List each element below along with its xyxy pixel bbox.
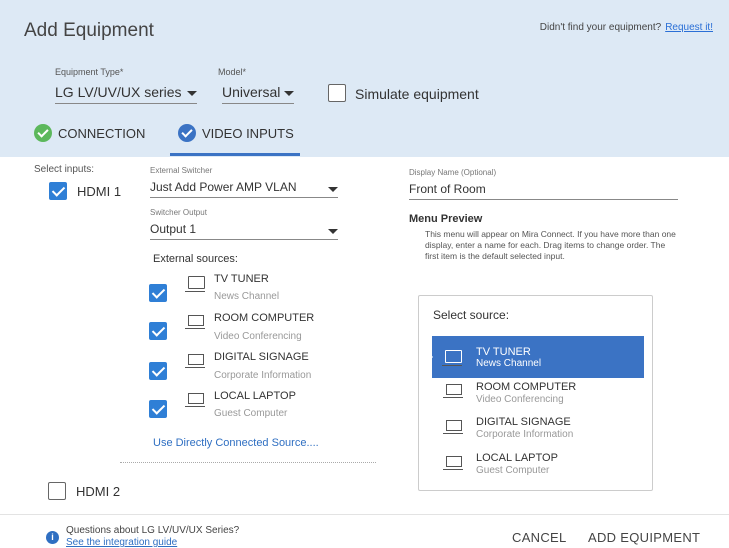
equipment-type-select[interactable]: LG LV/UV/UX series xyxy=(55,84,197,104)
chevron-down-icon xyxy=(187,91,197,96)
tab-video-inputs-label: VIDEO INPUTS xyxy=(202,125,294,141)
display-name-label: Display Name (Optional) xyxy=(409,168,497,177)
source-checkbox-room-computer[interactable] xyxy=(149,322,167,340)
preview-name-tv-tuner: TV TUNER xyxy=(476,346,531,358)
simulate-label: Simulate equipment xyxy=(355,86,479,102)
direct-source-link[interactable]: Use Directly Connected Source.... xyxy=(153,437,319,449)
preview-sub-digital-signage: Corporate Information xyxy=(476,429,574,440)
tab-connection[interactable]: CONNECTION xyxy=(34,124,145,142)
dialog-title: Add Equipment xyxy=(24,20,154,41)
source-sub-digital-signage: Corporate Information xyxy=(214,370,312,381)
preview-name-local-laptop[interactable]: LOCAL LAPTOP xyxy=(476,452,558,464)
switcher-output-select[interactable]: Output 1 xyxy=(150,222,338,240)
switcher-output-value: Output 1 xyxy=(150,222,197,236)
source-name-tv-tuner: TV TUNER xyxy=(214,273,269,285)
request-it-link[interactable]: Request it! xyxy=(665,22,713,33)
external-switcher-value: Just Add Power AMP VLAN xyxy=(150,180,297,194)
source-checkbox-tv-tuner[interactable] xyxy=(149,284,167,302)
integration-question: Questions about LG LV/UV/UX Series? xyxy=(66,525,240,536)
integration-guide-link[interactable]: See the integration guide xyxy=(66,537,177,548)
footer-divider xyxy=(0,514,729,515)
laptop-icon xyxy=(443,456,463,470)
equipment-type-value: LG LV/UV/UX series xyxy=(55,84,182,100)
hdmi1-checkbox[interactable] xyxy=(49,182,67,200)
laptop-icon xyxy=(185,354,205,368)
model-select[interactable]: Universal xyxy=(222,84,294,104)
chevron-down-icon xyxy=(328,187,338,192)
active-tab-indicator xyxy=(170,153,300,156)
preview-sub-local-laptop: Guest Computer xyxy=(476,465,550,476)
tv-icon xyxy=(185,276,205,292)
check-circle-icon xyxy=(34,124,52,142)
preview-name-digital-signage[interactable]: DIGITAL SIGNAGE xyxy=(476,416,571,428)
source-sub-tv-tuner: News Channel xyxy=(214,291,280,302)
chevron-down-icon xyxy=(328,229,338,234)
source-name-digital-signage: DIGITAL SIGNAGE xyxy=(214,351,309,363)
source-checkbox-digital-signage[interactable] xyxy=(149,362,167,380)
chevron-down-icon xyxy=(284,91,294,96)
divider xyxy=(120,462,376,463)
simulate-checkbox[interactable] xyxy=(328,84,346,102)
source-name-room-computer: ROOM COMPUTER xyxy=(214,312,315,324)
source-sub-room-computer: Video Conferencing xyxy=(214,331,302,342)
hdmi1-label: HDMI 1 xyxy=(77,184,122,199)
display-name-value: Front of Room xyxy=(409,182,486,196)
tab-video-inputs[interactable]: VIDEO INPUTS xyxy=(178,124,294,142)
laptop-icon xyxy=(185,393,205,407)
hdmi2-checkbox[interactable] xyxy=(48,482,66,500)
display-name-input[interactable]: Front of Room xyxy=(409,182,678,200)
preview-sub-room-computer: Video Conferencing xyxy=(476,394,564,405)
laptop-icon xyxy=(185,315,205,329)
tab-connection-label: CONNECTION xyxy=(58,125,146,141)
preview-name-room-computer[interactable]: ROOM COMPUTER xyxy=(476,381,576,393)
source-sub-local-laptop: Guest Computer xyxy=(214,408,288,419)
external-sources-heading: External sources: xyxy=(153,253,238,265)
external-switcher-label: External Switcher xyxy=(150,166,213,175)
source-name-local-laptop: LOCAL LAPTOP xyxy=(214,390,296,402)
preview-item-tv-tuner[interactable] xyxy=(432,336,644,378)
add-equipment-button[interactable]: ADD EQUIPMENT xyxy=(588,530,700,545)
menu-preview-heading: Menu Preview xyxy=(409,213,483,225)
select-inputs-label: Select inputs: xyxy=(34,164,95,175)
info-icon: i xyxy=(46,531,59,544)
external-switcher-select[interactable]: Just Add Power AMP VLAN xyxy=(150,180,338,198)
model-label: Model* xyxy=(218,67,247,77)
check-circle-icon xyxy=(178,124,196,142)
cancel-button[interactable]: CANCEL xyxy=(512,530,567,545)
model-value: Universal xyxy=(222,84,281,100)
preview-title: Select source: xyxy=(433,308,510,322)
laptop-icon xyxy=(443,384,463,398)
menu-preview-description: This menu will appear on Mira Connect. I… xyxy=(425,229,676,261)
laptop-icon xyxy=(443,420,463,434)
preview-sub-tv-tuner: News Channel xyxy=(476,358,542,369)
selected-arrow-icon xyxy=(426,350,433,364)
hdmi2-label: HDMI 2 xyxy=(76,484,121,499)
equipment-type-label: Equipment Type* xyxy=(55,67,124,77)
request-prompt: Didn't find your equipment? Request it! xyxy=(540,22,713,33)
switcher-output-label: Switcher Output xyxy=(150,208,207,217)
tv-icon xyxy=(442,350,462,366)
source-checkbox-local-laptop[interactable] xyxy=(149,400,167,418)
request-prompt-text: Didn't find your equipment? xyxy=(539,22,662,33)
